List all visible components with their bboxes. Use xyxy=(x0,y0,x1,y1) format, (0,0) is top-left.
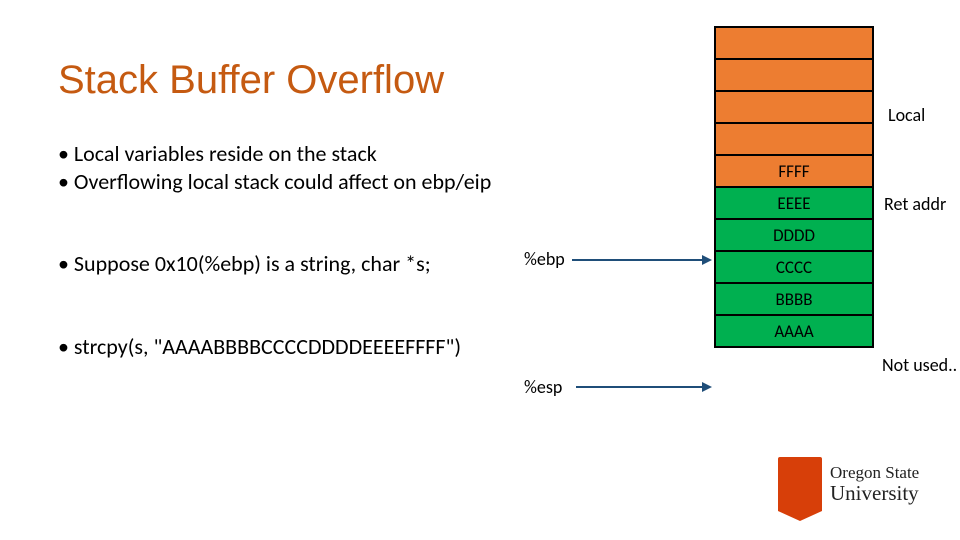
osu-logo-line2: University xyxy=(830,483,919,504)
stack-cell-cccc: CCCC xyxy=(714,250,874,284)
bullet-suppose: • Suppose 0x10(%ebp) is a string, char *… xyxy=(58,250,431,277)
bullet-group-1: • Local variables reside on the stack • … xyxy=(58,140,491,195)
osu-crest-icon xyxy=(778,457,822,511)
stack-cell-aaaa: AAAA xyxy=(714,314,874,348)
stack-cell-bbbb: BBBB xyxy=(714,282,874,316)
stack-diagram: FFFF EEEE DDDD CCCC BBBB AAAA xyxy=(714,26,874,348)
ebp-label: %ebp xyxy=(524,248,565,270)
bullet-overflow: • Overflowing local stack could affect o… xyxy=(58,168,491,196)
bullet-strcpy: • strcpy(s, "AAAABBBBCCCCDDDDEEEEFFFF") xyxy=(58,333,461,360)
page-title: Stack Buffer Overflow xyxy=(58,58,444,103)
osu-logo-line1: Oregon State xyxy=(830,464,919,481)
stack-cell-dddd: DDDD xyxy=(714,218,874,252)
slide: Stack Buffer Overflow • Local variables … xyxy=(0,0,960,540)
annotation-retaddr: Ret addr xyxy=(884,193,946,215)
osu-logo: Oregon State University xyxy=(778,450,938,518)
annotation-notused: Not used.. xyxy=(882,354,957,376)
stack-cell-eeee: EEEE xyxy=(714,186,874,220)
stack-cell-2 xyxy=(714,90,874,124)
esp-label: %esp xyxy=(524,376,562,398)
stack-cell-ffff: FFFF xyxy=(714,154,874,188)
annotation-local: Local xyxy=(888,104,925,126)
osu-logo-text: Oregon State University xyxy=(830,464,919,504)
bullet-local-vars: • Local variables reside on the stack xyxy=(58,140,491,168)
stack-cell-0 xyxy=(714,26,874,60)
esp-arrow xyxy=(576,386,710,388)
stack-cell-1 xyxy=(714,58,874,92)
stack-cell-3 xyxy=(714,122,874,156)
ebp-arrow xyxy=(572,259,710,261)
